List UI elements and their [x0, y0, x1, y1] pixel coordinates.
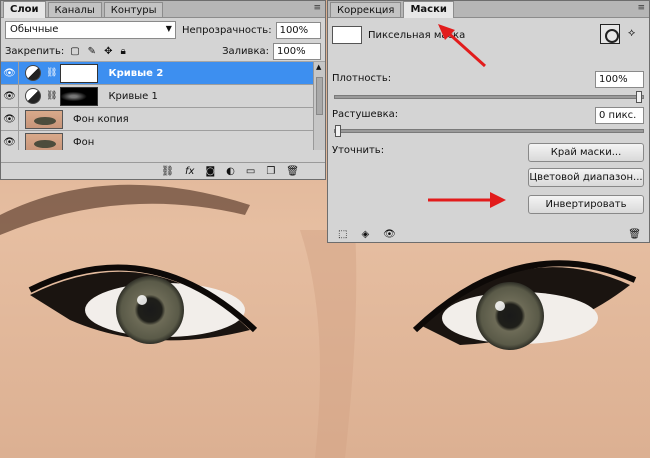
density-label: Плотность:	[332, 73, 392, 84]
layer-thumbnail	[25, 132, 63, 150]
layer-background[interactable]: 👁︎ Фон	[1, 130, 325, 150]
lock-row: Закрепить: ▢ ✎ ✥ 🔒︎ Заливка: 100%	[1, 42, 325, 62]
apply-mask-icon[interactable]: ◈	[361, 229, 369, 240]
feather-slider[interactable]	[334, 125, 644, 137]
visibility-eye-icon[interactable]: 👁︎	[383, 229, 396, 240]
visibility-eye-icon[interactable]: 👁︎	[1, 107, 19, 131]
mask-type-row: Пиксельная маска ⟡	[328, 18, 649, 48]
link-layers-icon[interactable]: ⛓	[161, 166, 174, 177]
curves-adjustment-icon	[25, 88, 41, 104]
load-selection-icon[interactable]: ⬚	[338, 229, 347, 240]
refine-label: Уточнить:	[332, 145, 385, 156]
curves-adjustment-icon	[25, 65, 41, 81]
lock-brush-icon[interactable]: ✎	[88, 46, 96, 57]
tab-adjustments[interactable]: Коррекция	[330, 2, 402, 17]
dropdown-arrow-icon: ▼	[165, 24, 172, 33]
lock-label: Закрепить:	[5, 46, 65, 57]
panel-menu-icon[interactable]: ≡	[313, 3, 321, 13]
layer-name: Кривые 2	[108, 67, 164, 79]
visibility-eye-icon[interactable]: 👁︎	[1, 130, 19, 150]
masks-tabbar: Коррекция Маски ≡	[328, 1, 649, 18]
lock-move-icon[interactable]: ✥	[104, 46, 112, 57]
mask-edge-button[interactable]: Край маски...	[528, 143, 644, 162]
layers-scrollbar[interactable]: ▲	[313, 62, 325, 150]
pixel-mask-button[interactable]	[600, 24, 620, 44]
density-field[interactable]: 100%	[595, 71, 644, 88]
layer-curves-2[interactable]: 👁︎ ⛓ Кривые 2	[1, 62, 325, 85]
new-group-icon[interactable]: ▭	[246, 166, 255, 177]
invert-button[interactable]: Инвертировать	[528, 195, 644, 214]
delete-layer-icon[interactable]: 🗑︎	[286, 166, 299, 177]
vector-mask-icon[interactable]: ⟡	[628, 26, 635, 40]
color-range-button[interactable]: Цветовой диапазон...	[528, 168, 644, 187]
scroll-up-icon[interactable]: ▲	[316, 63, 321, 71]
opacity-field[interactable]: 100%	[275, 21, 321, 39]
layers-list: 👁︎ ⛓ Кривые 2 👁︎ ⛓ Кривые 1 👁︎ Фон копия…	[1, 62, 325, 150]
feather-field[interactable]: 0 пикс.	[595, 107, 644, 124]
visibility-eye-icon[interactable]: 👁︎	[1, 62, 19, 85]
layer-mask-thumbnail[interactable]	[60, 86, 99, 106]
density-slider[interactable]	[334, 91, 644, 103]
opacity-label: Непрозрачность:	[181, 24, 272, 36]
mask-preview	[332, 26, 362, 44]
new-adjustment-icon[interactable]: ◐	[226, 166, 235, 177]
blend-mode-select[interactable]: Обычные ▼	[5, 21, 176, 39]
layer-name: Кривые 1	[108, 90, 158, 102]
layer-style-fx-icon[interactable]: fx	[185, 166, 194, 177]
new-layer-icon[interactable]: ❐	[266, 166, 275, 177]
add-mask-icon[interactable]: ◙	[205, 166, 215, 177]
blend-row: Обычные ▼ Непрозрачность: 100%	[1, 18, 325, 42]
feather-label: Растушевка:	[332, 109, 399, 120]
visibility-eye-icon[interactable]: 👁︎	[1, 84, 19, 108]
layer-curves-1[interactable]: 👁︎ ⛓ Кривые 1	[1, 84, 325, 108]
layer-mask-thumbnail[interactable]	[60, 63, 99, 83]
link-chain-icon[interactable]: ⛓	[46, 68, 57, 78]
density-slider-knob[interactable]	[636, 91, 642, 103]
lock-all-icon[interactable]: 🔒︎	[120, 46, 125, 57]
tab-masks[interactable]: Маски	[403, 1, 454, 18]
link-chain-icon[interactable]: ⛓	[46, 91, 57, 101]
layer-background-copy[interactable]: 👁︎ Фон копия	[1, 107, 325, 131]
masks-panel: Коррекция Маски ≡ Пиксельная маска ⟡ Пло…	[327, 0, 650, 243]
fill-field[interactable]: 100%	[273, 43, 321, 60]
tab-channels[interactable]: Каналы	[47, 2, 102, 17]
tab-paths[interactable]: Контуры	[103, 2, 164, 17]
layer-thumbnail	[25, 109, 63, 129]
panel-menu-icon[interactable]: ≡	[637, 3, 645, 13]
blend-mode-value: Обычные	[10, 24, 59, 35]
layers-footer: ⛓ fx ◙ ◐ ▭ ❐ 🗑︎	[1, 162, 325, 179]
feather-slider-knob[interactable]	[335, 125, 341, 137]
layers-panel: Слои Каналы Контуры ≡ Обычные ▼ Непрозра…	[0, 0, 326, 180]
layer-name: Фон копия	[73, 113, 129, 125]
layer-name: Фон	[73, 136, 95, 148]
fill-label: Заливка:	[222, 46, 269, 57]
mask-type-label: Пиксельная маска	[368, 30, 466, 41]
delete-mask-icon[interactable]: 🗑︎	[628, 229, 641, 240]
masks-footer: ⬚ ◈ 👁︎ 🗑︎	[328, 227, 649, 242]
scroll-thumb[interactable]	[316, 77, 323, 115]
lock-transparency-icon[interactable]: ▢	[70, 46, 79, 57]
layers-tabbar: Слои Каналы Контуры ≡	[1, 1, 325, 18]
tab-layers[interactable]: Слои	[3, 1, 46, 18]
